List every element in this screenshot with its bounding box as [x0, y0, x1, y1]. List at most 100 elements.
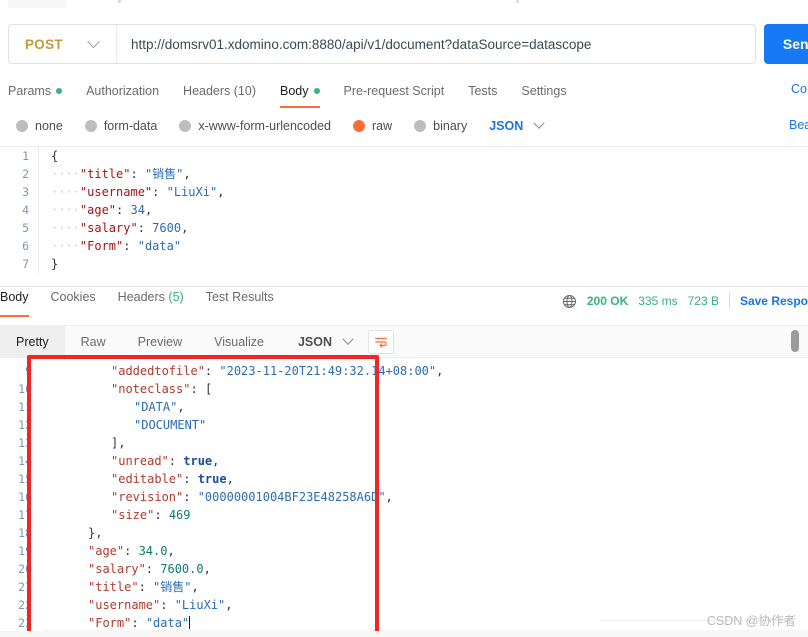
request-tab-settings[interactable]: Settings	[521, 78, 566, 104]
response-status: 200 OK	[586, 294, 629, 308]
request-tab-params[interactable]: Params	[8, 78, 63, 104]
token-s: "DATA"	[134, 400, 178, 414]
http-method-select[interactable]: POST	[9, 25, 117, 63]
token-s: "data"	[145, 616, 190, 630]
token-s: "DOCUMENT"	[134, 418, 207, 432]
response-view-visualize[interactable]: Visualize	[198, 325, 280, 358]
radio-icon	[414, 120, 427, 132]
response-view-toolbar: Pretty Raw Preview Visualize JSON	[0, 325, 808, 358]
line-number: 9	[25, 364, 32, 378]
chevron-down-icon	[342, 333, 354, 345]
token-p: ],	[111, 436, 126, 450]
save-response-button[interactable]: Save Respo	[740, 294, 808, 308]
request-tab-stub[interactable]	[8, 0, 66, 8]
code-line: 4 ····"age": 34,	[0, 201, 808, 219]
response-tab-body[interactable]: Body	[0, 290, 29, 317]
response-tab-label: Headers	[117, 290, 169, 304]
token-p: ,	[203, 562, 211, 576]
response-tab-label: Cookies	[50, 290, 96, 304]
line-number: 16	[18, 490, 32, 504]
code-text: "DOCUMENT"	[42, 416, 808, 434]
line-number: 10	[18, 382, 32, 396]
code-text: ····"title": "销售",	[38, 165, 808, 183]
body-type-form-data[interactable]: form-data	[84, 119, 158, 133]
code-line: 16 "revision": "00000001004BF23E48258A6D"…	[0, 488, 808, 506]
token-p: :	[183, 490, 198, 504]
response-size: 723 B	[687, 294, 719, 308]
response-body-editor[interactable]: 9 "addedtofile": "2023-11-20T21:49:32.14+…	[0, 362, 808, 630]
token-k: "salary"	[79, 221, 138, 235]
token-p: :	[130, 167, 145, 181]
token-k: "age"	[79, 203, 117, 217]
response-tab-bar: Body Cookies Headers (5) Test Results	[0, 290, 520, 318]
code-line: 15 "editable": true,	[0, 470, 808, 488]
url-input[interactable]: http://domsrv01.xdomino.com:8880/api/v1/…	[117, 25, 755, 63]
radio-icon	[84, 120, 97, 132]
request-tab-label: Settings	[521, 84, 567, 98]
request-format-select[interactable]: JSON	[489, 117, 545, 133]
token-p: :	[131, 616, 146, 630]
code-line: 5 ····"salary": 7600,	[0, 219, 808, 237]
token-k2: "title"	[88, 580, 139, 594]
response-meta: 200 OK 335 ms 723 B Save Respo	[562, 291, 808, 311]
request-tab-tests[interactable]: Tests	[468, 78, 497, 104]
code-line: 10 "noteclass": [	[0, 380, 808, 398]
request-tab-label: Body	[280, 84, 309, 98]
token-p: :	[138, 580, 154, 594]
body-type-none[interactable]: none	[16, 119, 63, 133]
token-p: :	[116, 203, 131, 217]
chevron-down-icon	[87, 34, 100, 48]
response-time: 335 ms	[638, 294, 678, 308]
token-n2: 34	[130, 203, 145, 217]
token-p: ,	[191, 580, 199, 594]
code-line: 20 "salary": 7600.0,	[0, 560, 808, 578]
token-ind: ····	[51, 185, 80, 199]
response-tab-cookies[interactable]: Cookies	[51, 290, 96, 314]
response-scrollbar-thumb[interactable]	[791, 330, 799, 352]
request-tab-pre-request-script[interactable]: Pre-request Script	[344, 78, 445, 104]
body-type-label: raw	[372, 119, 393, 133]
code-text: "size": 469	[42, 506, 808, 524]
request-tab-body[interactable]: Body	[280, 78, 320, 108]
code-line: 21 "title": "销售",	[0, 578, 808, 596]
cookies-link[interactable]: Co	[791, 82, 807, 96]
body-type-label: none	[35, 119, 63, 133]
code-line: 9 "addedtofile": "2023-11-20T21:49:32.14+…	[0, 362, 808, 380]
body-type-label: form-data	[103, 119, 158, 133]
line-number: 14	[18, 454, 32, 468]
body-type-x-www-form-urlencoded[interactable]: x-www-form-urlencoded	[179, 119, 331, 133]
line-number: 4	[22, 203, 29, 217]
body-type-binary[interactable]: binary	[414, 119, 467, 133]
response-view-pretty[interactable]: Pretty	[0, 325, 65, 358]
body-type-raw[interactable]: raw	[353, 119, 392, 133]
chevron-down-icon	[533, 117, 545, 129]
token-p: :	[168, 454, 184, 468]
code-line: 12 "DOCUMENT"	[0, 416, 808, 434]
token-s: "LiuXi"	[174, 598, 226, 612]
request-body-editor[interactable]: 1{2 ····"title": "销售", 3 ····"username": "L…	[0, 146, 808, 286]
token-n: 469	[168, 508, 191, 522]
token-k: "Form"	[79, 239, 124, 253]
token-caret	[189, 616, 191, 629]
response-tab-headers[interactable]: Headers (5)	[118, 290, 184, 314]
token-p: ,	[212, 454, 220, 468]
response-view-raw[interactable]: Raw	[65, 325, 122, 358]
response-view-preview[interactable]: Preview	[122, 325, 198, 358]
line-number: 12	[18, 418, 32, 432]
token-k: "username"	[79, 185, 153, 199]
response-tab-label: Test Results	[205, 290, 274, 304]
code-text: ],	[42, 434, 808, 452]
code-text: "editable": true,	[42, 470, 808, 488]
send-button[interactable]: Send	[764, 24, 808, 64]
request-tab-headers-10[interactable]: Headers (10)	[183, 78, 256, 104]
token-p: ,	[225, 598, 233, 612]
token-k2: "Form"	[88, 616, 132, 630]
wrap-lines-button[interactable]	[368, 329, 394, 354]
response-tab-test-results[interactable]: Test Results	[206, 290, 274, 314]
token-p: :	[190, 382, 205, 396]
code-text: ····"Form": "data"	[38, 237, 808, 255]
response-format-select[interactable]: JSON	[298, 333, 354, 349]
request-tab-authorization[interactable]: Authorization	[86, 78, 159, 104]
code-line: 17 "size": 469	[0, 506, 808, 524]
token-s: "data"	[137, 239, 182, 253]
